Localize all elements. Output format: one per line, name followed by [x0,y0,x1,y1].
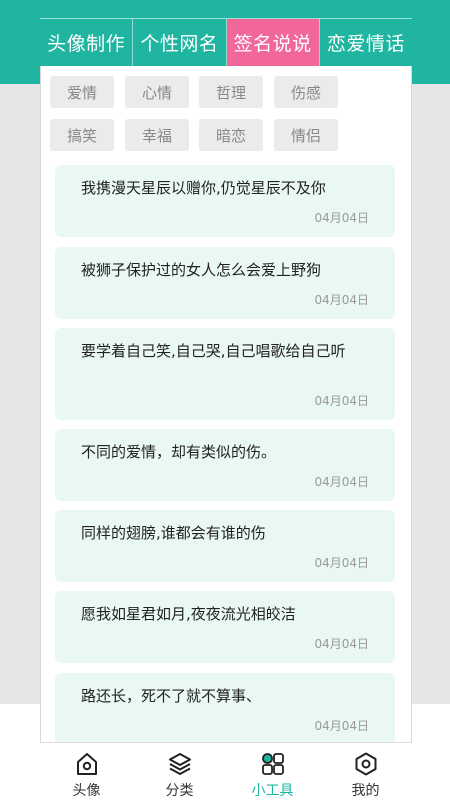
tag-sad[interactable]: 伤感 [274,76,338,108]
top-tab-bar: 头像制作 个性网名 签名说说 恋爱情话 [40,18,412,66]
tab-love-words[interactable]: 恋爱情话 [320,19,412,66]
nav-label: 我的 [351,783,380,799]
tag-mood[interactable]: 心情 [125,76,189,108]
tab-avatar-maker[interactable]: 头像制作 [40,19,134,66]
grid-icon [261,753,284,775]
post-text: 同样的翅膀,谁都会有谁的伤 [81,524,266,542]
nav-label: 小工具 [251,783,294,799]
hexagon-icon [355,752,376,776]
post-date: 04月04日 [314,293,369,307]
tab-signature[interactable]: 签名说说 [226,19,320,66]
tag-couple[interactable]: 情侣 [274,119,338,151]
tag-crush[interactable]: 暗恋 [199,119,263,151]
post-date: 04月04日 [314,637,369,651]
list-item[interactable]: 我携漫天星辰以赠你,仍觉星辰不及你 04月04日 [55,165,395,237]
nav-mine[interactable]: 我的 [319,743,412,800]
nav-category[interactable]: 分类 [133,743,226,800]
list-item[interactable]: 被狮子保护过的女人怎么会爱上野狗 04月04日 [55,247,395,319]
nav-tools[interactable]: 小工具 [226,743,319,800]
post-text: 被狮子保护过的女人怎么会爱上野狗 [81,261,322,279]
post-text: 我携漫天星辰以赠你,仍觉星辰不及你 [81,179,326,197]
post-date: 04月04日 [314,719,369,733]
post-text: 路还长，死不了就不算事、 [81,687,262,705]
nav-label: 分类 [165,783,194,799]
list-item[interactable]: 不同的爱情，却有类似的伤。 04月04日 [55,429,395,501]
bottom-navigation: 头像 分类 小工具 我的 [40,742,412,800]
post-text: 不同的爱情，却有类似的伤。 [81,443,277,461]
post-date: 04月04日 [314,394,369,408]
list-item[interactable]: 愿我如星君如月,夜夜流光相皎洁 04月04日 [55,591,395,663]
tag-happiness[interactable]: 幸福 [125,119,189,151]
home-icon [76,753,97,775]
post-date: 04月04日 [314,556,369,570]
nav-label: 头像 [72,783,101,799]
list-item[interactable]: 同样的翅膀,谁都会有谁的伤 04月04日 [55,510,395,582]
layers-icon [168,753,191,775]
tag-love[interactable]: 爱情 [50,76,114,108]
list-item[interactable]: 路还长，死不了就不算事、 04月04日 [55,673,395,745]
post-text: 要学着自己笑,自己哭,自己唱歌给自己听 [81,342,346,360]
post-date: 04月04日 [314,211,369,225]
list-item[interactable]: 要学着自己笑,自己哭,自己唱歌给自己听 04月04日 [55,328,395,420]
tab-nickname[interactable]: 个性网名 [133,19,227,66]
tag-funny[interactable]: 搞笑 [50,119,114,151]
tag-philosophy[interactable]: 哲理 [199,76,263,108]
post-text: 愿我如星君如月,夜夜流光相皎洁 [81,605,296,623]
nav-avatar[interactable]: 头像 [40,743,133,800]
post-date: 04月04日 [314,475,369,489]
